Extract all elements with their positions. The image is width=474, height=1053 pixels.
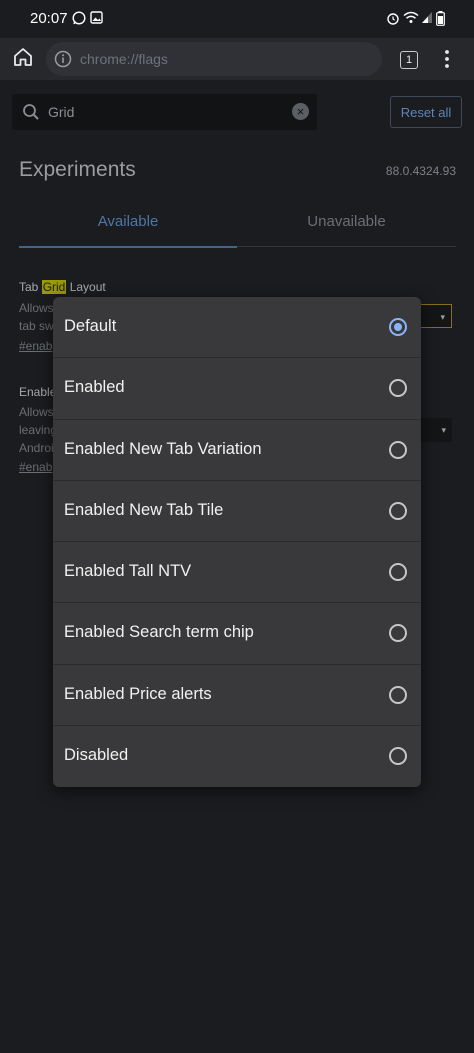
flag-title: Tab Grid Layout xyxy=(19,280,106,294)
flag-title-prefix: Tab xyxy=(19,280,42,294)
radio-icon[interactable] xyxy=(389,624,407,643)
tab-switcher-button[interactable]: 1 xyxy=(400,51,418,69)
option-label: Enabled xyxy=(64,378,125,397)
flag-title: Enable xyxy=(19,385,57,399)
flag-link[interactable]: #enab xyxy=(19,460,52,474)
search-icon xyxy=(23,104,39,120)
radio-icon[interactable] xyxy=(389,379,407,398)
radio-icon[interactable] xyxy=(389,563,407,581)
search-box[interactable]: Grid × xyxy=(12,94,317,130)
option-label: Enabled New Tab Variation xyxy=(64,439,262,458)
page-title: Experiments xyxy=(19,158,136,181)
option-label: Enabled New Tab Tile xyxy=(64,500,224,519)
browser-toolbar: chrome://flags 1 xyxy=(0,38,474,80)
flag-description: Allows xyxy=(19,301,54,315)
option-enabled-tall-ntv[interactable]: Enabled Tall NTV xyxy=(53,542,421,604)
flag-description: Allows xyxy=(19,405,54,419)
radio-selected-icon[interactable] xyxy=(389,318,407,336)
flag-title-suffix: Layout xyxy=(66,280,106,294)
wifi-icon xyxy=(403,11,419,23)
signal-icon xyxy=(422,12,432,23)
status-bar: 20:07 xyxy=(0,0,474,38)
option-enabled-price-alerts[interactable]: Enabled Price alerts xyxy=(53,665,421,726)
option-label: Disabled xyxy=(64,745,129,764)
alarm-icon xyxy=(387,13,399,25)
option-disabled[interactable]: Disabled xyxy=(53,726,421,787)
flag-select-dropdown[interactable]: ▾ xyxy=(418,418,452,442)
clear-search-icon[interactable]: × xyxy=(292,103,309,120)
option-select-dialog: Default Enabled Enabled New Tab Variatio… xyxy=(53,297,421,787)
tab-available[interactable]: Available xyxy=(19,198,237,248)
flag-description: leaving xyxy=(19,423,58,437)
battery-icon xyxy=(436,11,445,26)
radio-icon[interactable] xyxy=(389,501,407,520)
flag-description: Androi xyxy=(19,441,54,455)
more-menu-icon[interactable] xyxy=(440,49,454,69)
option-label: Enabled Tall NTV xyxy=(64,562,192,580)
address-bar[interactable]: chrome://flags xyxy=(46,42,382,76)
image-icon xyxy=(90,11,103,24)
flag-link[interactable]: #enab xyxy=(19,339,52,353)
radio-icon[interactable] xyxy=(389,746,407,765)
option-enabled[interactable]: Enabled xyxy=(53,358,421,420)
search-highlight: Grid xyxy=(41,280,67,294)
flag-select-dropdown[interactable]: ▾ xyxy=(418,304,452,328)
flag-description: tab sw xyxy=(19,319,54,333)
option-enabled-new-tab-variation[interactable]: Enabled New Tab Variation xyxy=(53,420,421,481)
option-label: Default xyxy=(64,317,117,335)
option-enabled-search-term-chip[interactable]: Enabled Search term chip xyxy=(53,603,421,665)
tab-unavailable[interactable]: Unavailable xyxy=(237,198,456,247)
option-default[interactable]: Default xyxy=(53,297,421,359)
info-icon[interactable] xyxy=(54,50,72,68)
radio-icon[interactable] xyxy=(389,685,407,704)
status-time: 20:07 xyxy=(30,10,68,27)
option-label: Enabled Price alerts xyxy=(64,684,212,703)
home-icon[interactable] xyxy=(12,46,34,68)
search-input[interactable]: Grid xyxy=(48,104,74,120)
option-label: Enabled Search term chip xyxy=(64,623,254,642)
option-enabled-new-tab-tile[interactable]: Enabled New Tab Tile xyxy=(53,481,421,542)
version-label: 88.0.4324.93 xyxy=(385,164,456,178)
url-text[interactable]: chrome://flags xyxy=(80,51,168,67)
whatsapp-icon xyxy=(72,11,86,25)
reset-all-button[interactable]: Reset all xyxy=(390,96,462,128)
radio-icon[interactable] xyxy=(389,440,407,459)
